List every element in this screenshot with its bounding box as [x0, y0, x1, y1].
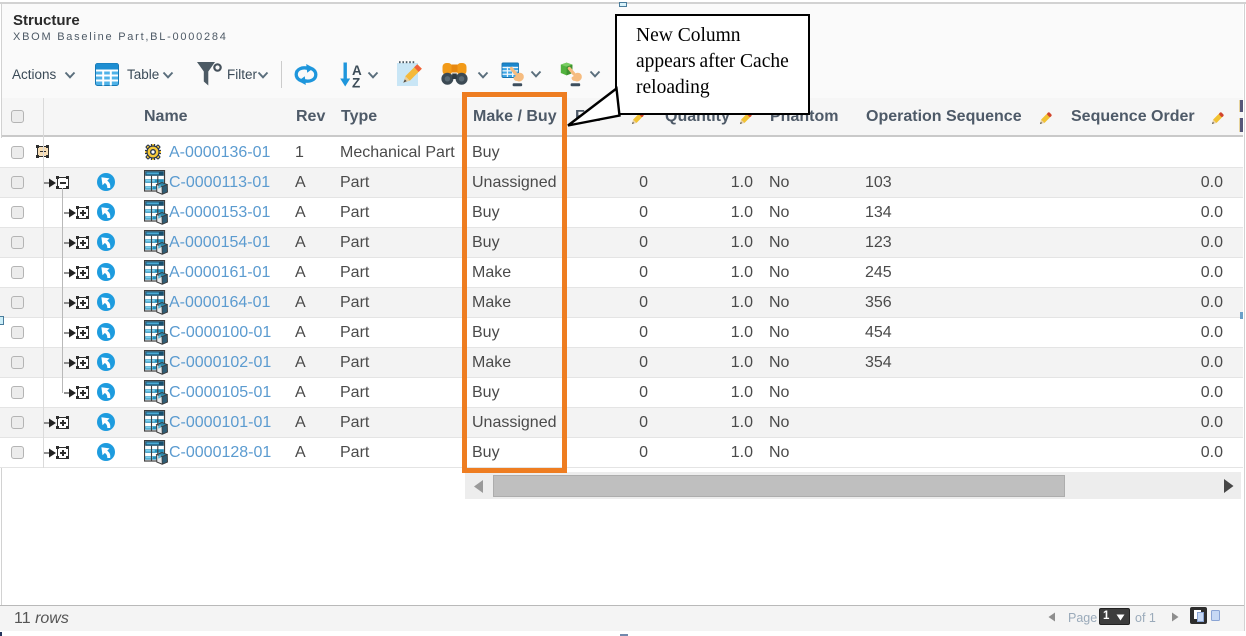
svg-text:Z: Z	[352, 76, 360, 89]
